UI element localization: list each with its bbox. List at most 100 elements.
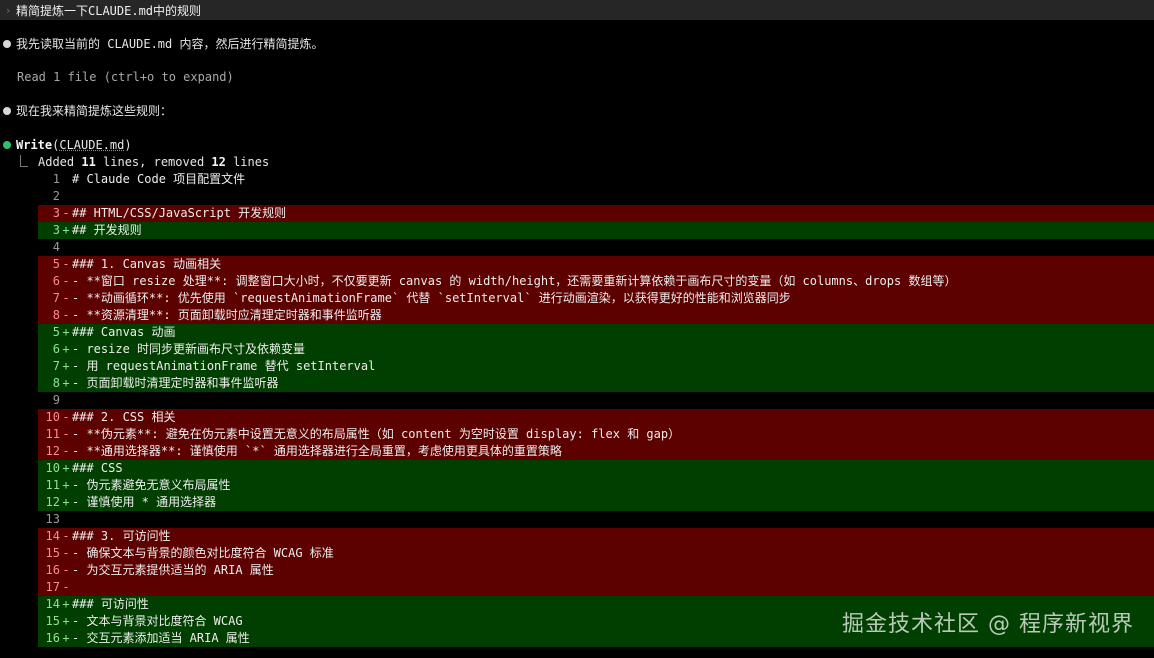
line-number: 12	[45, 444, 60, 458]
line-number: 2	[52, 189, 60, 203]
line-number: 3	[52, 223, 60, 237]
line-number: 11	[45, 427, 60, 441]
diff-row-context: 9	[38, 392, 1154, 409]
diff-code: - 确保文本与背景的颜色对比度符合 WCAG 标准	[72, 546, 334, 560]
diff-marker: -	[62, 257, 70, 271]
message-bullet-icon	[3, 40, 11, 48]
diff-marker: -	[62, 308, 70, 322]
line-number: 15	[45, 614, 60, 628]
diff-row-context: 13	[38, 511, 1154, 528]
diff-row-added: 6 + - resize 时同步更新画布尺寸及依赖变量	[38, 341, 1154, 358]
diff-marker: +	[62, 614, 70, 628]
diff-code: - **动画循环**: 优先使用 `requestAnimationFrame`…	[72, 291, 791, 305]
diff-row-context: 2	[38, 188, 1154, 205]
user-prompt-text: 精简提炼一下CLAUDE.md中的规则	[16, 3, 202, 18]
diff-row-removed: 7-- **动画循环**: 优先使用 `requestAnimationFram…	[38, 290, 1154, 307]
diff-code: - 伪元素避免无意义布局属性	[72, 478, 231, 492]
removed-count: 12	[211, 155, 226, 169]
diff-row-removed: 3- ## HTML/CSS/JavaScript 开发规则	[38, 205, 1154, 222]
diff-marker: +	[62, 495, 70, 509]
line-number: 14	[45, 529, 60, 543]
diff-row-removed: 11- - **伪元素**: 避免在伪元素中设置无意义的布局属性（如 conten…	[38, 426, 1154, 443]
diff-code: - **通用选择器**: 谨慎使用 `*` 通用选择器进行全局重置，考虑使用更具…	[72, 444, 562, 458]
diff-marker: +	[62, 342, 70, 356]
tool-file-link[interactable]: CLAUDE.md	[59, 138, 124, 152]
diff-row-removed: 17-	[38, 579, 1154, 596]
line-number: 5	[52, 257, 60, 271]
diff-marker: -	[62, 580, 70, 594]
diff-row-context: 4	[38, 239, 1154, 256]
diff-row-removed: 8-- **资源清理**: 页面卸载时应清理定时器和事件监听器	[38, 307, 1154, 324]
line-number: 5	[52, 325, 60, 339]
line-number: 6	[52, 342, 60, 356]
diff-row-removed: 5- ### 1. Canvas 动画相关	[38, 256, 1154, 273]
diff-view: 1 # Claude Code 项目配置文件 2 3- ## HTML/CSS/Java…	[38, 171, 1154, 647]
diff-row-removed: 10- ### 2. CSS 相关	[38, 409, 1154, 426]
assistant-message-2-text: 现在我来精简提炼这些规则：	[16, 104, 173, 118]
assistant-message-1: 我先读取当前的 CLAUDE.md 内容，然后进行精简提炼。	[0, 36, 323, 53]
added-count: 11	[81, 155, 96, 169]
line-number: 16	[45, 631, 60, 645]
diff-row-added: 7 + - 用 requestAnimationFrame 替代 setInterv…	[38, 358, 1154, 375]
diff-marker: -	[62, 444, 70, 458]
diff-marker: +	[62, 478, 70, 492]
diff-code: - **伪元素**: 避免在伪元素中设置无意义的布局属性（如 content 为…	[72, 427, 681, 441]
diff-marker: -	[62, 410, 70, 424]
diff-row-added: 10 + ### CSS	[38, 460, 1154, 477]
tree-connector-icon	[20, 155, 28, 167]
diff-code: - 页面卸载时清理定时器和事件监听器	[72, 376, 279, 390]
line-number: 4	[52, 240, 60, 254]
diff-row-removed: 6-- **窗口 resize 处理**: 调整窗口大小时，不仅要更新 canv…	[38, 273, 1154, 290]
line-number: 1	[52, 172, 60, 186]
diff-code: - 文本与背景对比度符合 WCAG	[72, 614, 243, 628]
diff-marker	[60, 239, 72, 256]
diff-marker: -	[62, 427, 70, 441]
line-number: 8	[52, 308, 60, 322]
assistant-message-1-text: 我先读取当前的 CLAUDE.md 内容，然后进行精简提炼。	[16, 37, 324, 51]
line-number: 13	[45, 512, 60, 526]
diff-code: ## 开发规则	[72, 223, 142, 237]
tool-call-write: Write(CLAUDE.md)	[0, 137, 132, 154]
diff-code: ### Canvas 动画	[72, 325, 176, 339]
diff-marker: +	[62, 325, 70, 339]
diff-code: - 用 requestAnimationFrame 替代 setInterval	[72, 359, 376, 373]
diff-code: ### 3. 可访问性	[72, 529, 171, 543]
diff-row-added: 8 + - 页面卸载时清理定时器和事件监听器	[38, 375, 1154, 392]
read-file-status[interactable]: Read 1 file (ctrl+o to expand)	[17, 69, 234, 86]
diff-row-context: 1 # Claude Code 项目配置文件	[38, 171, 1154, 188]
line-number: 6	[52, 274, 60, 288]
diff-code: ## HTML/CSS/JavaScript 开发规则	[72, 206, 287, 220]
diff-marker: +	[62, 223, 70, 237]
diff-row-added: 3 + ## 开发规则	[38, 222, 1154, 239]
tool-status-dot-icon	[3, 141, 11, 149]
diff-code: # Claude Code 项目配置文件	[72, 172, 246, 186]
assistant-message-2: 现在我来精简提炼这些规则：	[0, 103, 172, 120]
diff-marker: +	[62, 461, 70, 475]
line-number: 3	[52, 206, 60, 220]
line-number: 7	[52, 291, 60, 305]
line-number: 12	[45, 495, 60, 509]
diff-marker: +	[62, 376, 70, 390]
diff-row-removed: 14- ### 3. 可访问性	[38, 528, 1154, 545]
diff-code: - **资源清理**: 页面卸载时应清理定时器和事件监听器	[72, 308, 382, 322]
diff-code: - **窗口 resize 处理**: 调整窗口大小时，不仅要更新 canvas…	[72, 274, 957, 288]
diff-code: - 谨慎使用 * 通用选择器	[72, 495, 217, 509]
diff-marker: -	[62, 563, 70, 577]
line-number: 10	[45, 461, 60, 475]
diff-code: - 为交互元素提供适当的 ARIA 属性	[72, 563, 274, 577]
diff-row-added: 5 + ### Canvas 动画	[38, 324, 1154, 341]
diff-row-removed: 12- - **通用选择器**: 谨慎使用 `*` 通用选择器进行全局重置，考虑使…	[38, 443, 1154, 460]
diff-marker: -	[62, 274, 70, 288]
line-number: 10	[45, 410, 60, 424]
diff-marker	[60, 511, 72, 528]
diff-row-removed: 15- - 确保文本与背景的颜色对比度符合 WCAG 标准	[38, 545, 1154, 562]
line-number: 11	[45, 478, 60, 492]
diff-marker: +	[62, 631, 70, 645]
diff-code: - 交互元素添加适当 ARIA 属性	[72, 631, 250, 645]
prompt-chevron-icon: ›	[4, 3, 12, 17]
diff-marker: +	[62, 597, 70, 611]
diff-row-added: 11 + - 伪元素避免无意义布局属性	[38, 477, 1154, 494]
diff-marker: +	[62, 359, 70, 373]
line-number: 7	[52, 359, 60, 373]
line-number: 8	[52, 376, 60, 390]
